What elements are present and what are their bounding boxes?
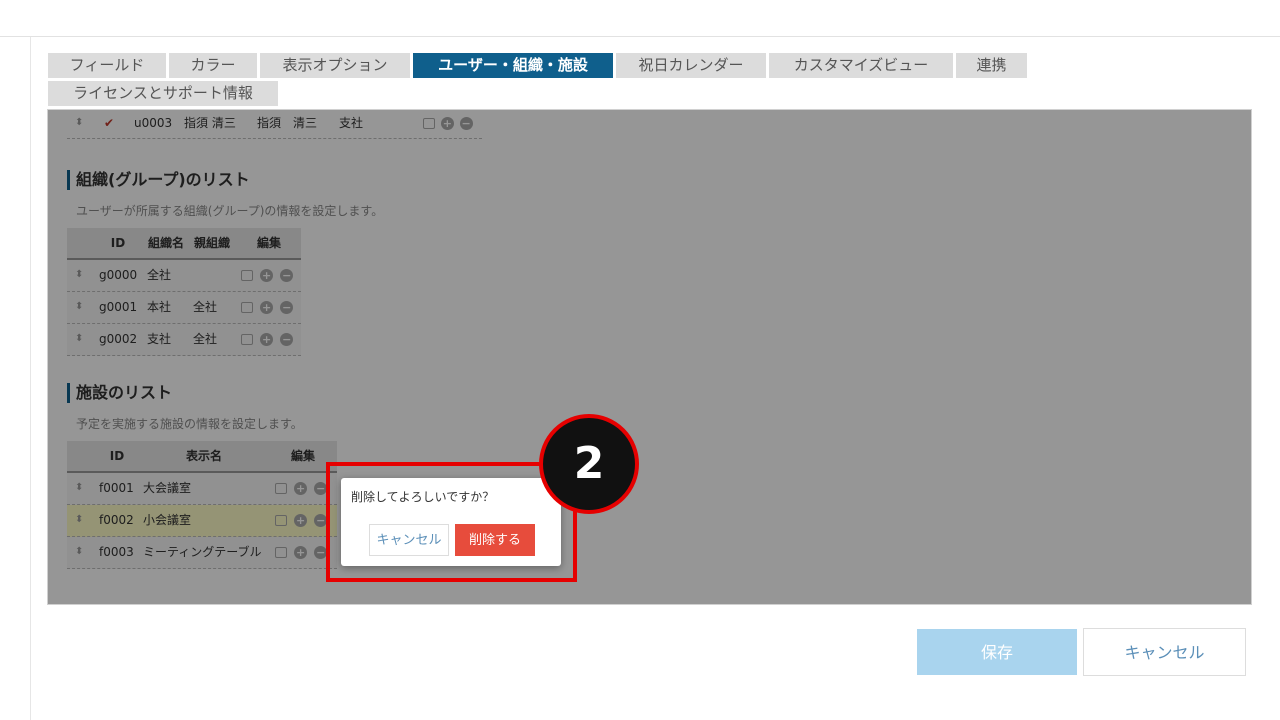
step-badge: 2 — [539, 414, 639, 514]
tab-users-groups-facilities[interactable]: ユーザー・組織・施設 — [413, 53, 613, 78]
tab-license-support[interactable]: ライセンスとサポート情報 — [48, 81, 278, 106]
tab-display-options[interactable]: 表示オプション — [260, 53, 410, 78]
save-button[interactable]: 保存 — [917, 629, 1077, 675]
modal-overlay — [48, 110, 1251, 604]
tab-holiday-calendar[interactable]: 祝日カレンダー — [616, 53, 766, 78]
settings-panel: ⬍ ✔ u0003 指須 清三 指須 清三 支社 + − 組織(グループ)のリス… — [47, 109, 1252, 605]
tab-integration[interactable]: 連携 — [956, 53, 1027, 78]
cancel-button[interactable]: キャンセル — [1083, 628, 1246, 676]
highlight-frame — [326, 462, 577, 582]
tab-fields[interactable]: フィールド — [48, 53, 166, 78]
tab-colors[interactable]: カラー — [169, 53, 257, 78]
top-divider — [0, 36, 1280, 37]
left-divider — [30, 37, 31, 720]
tab-custom-view[interactable]: カスタマイズビュー — [769, 53, 953, 78]
